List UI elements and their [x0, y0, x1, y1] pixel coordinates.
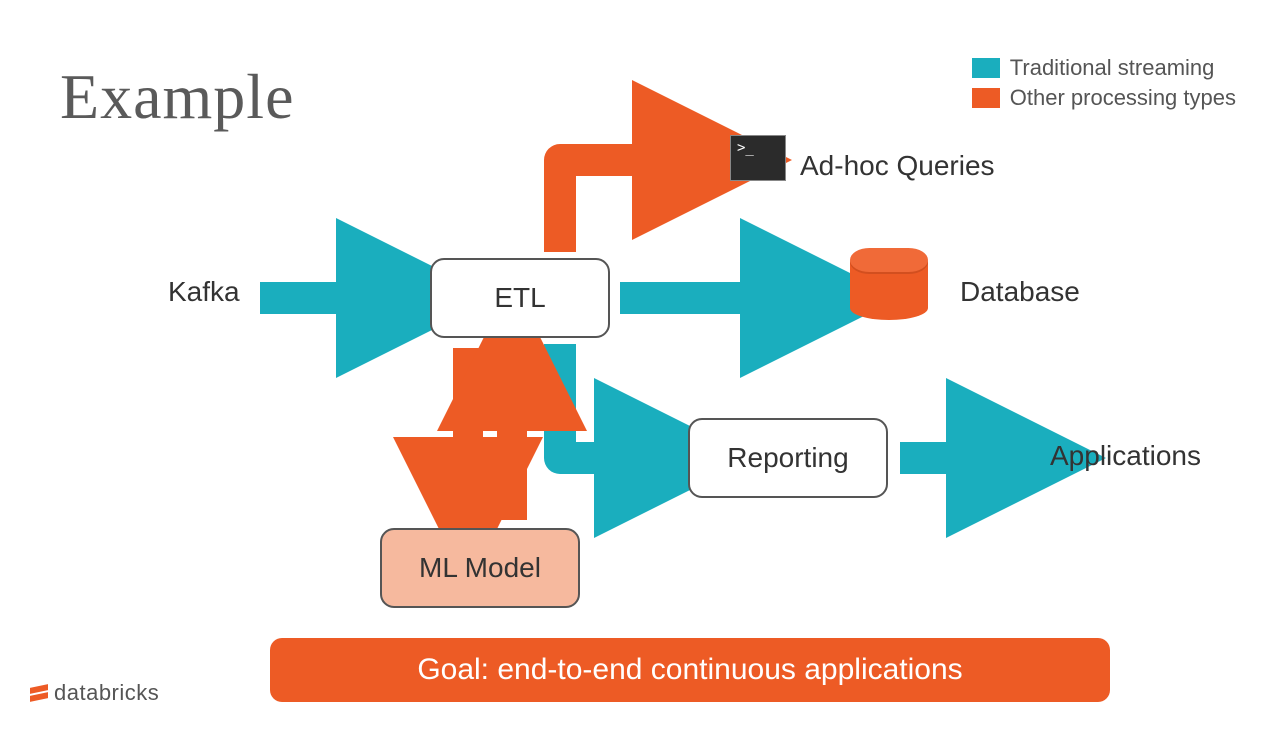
node-ml-label: ML Model: [419, 552, 541, 584]
arrows-layer: [0, 0, 1286, 736]
arrow-etl-reporting: [560, 344, 674, 458]
terminal-icon: >_: [730, 135, 786, 181]
node-ml-model: ML Model: [380, 528, 580, 608]
node-reporting: Reporting: [688, 418, 888, 498]
terminal-prompt: >_: [737, 140, 754, 156]
node-reporting-label: Reporting: [727, 442, 848, 474]
node-adhoc-queries: Ad-hoc Queries: [800, 150, 995, 182]
node-applications: Applications: [1050, 440, 1201, 472]
goal-text: Goal: end-to-end continuous applications: [417, 653, 962, 687]
arrow-etl-adhoc: [560, 160, 712, 252]
node-etl: ETL: [430, 258, 610, 338]
database-icon: [850, 250, 928, 320]
databricks-logo-icon: [30, 684, 48, 702]
node-kafka: Kafka: [168, 276, 240, 308]
node-etl-label: ETL: [494, 282, 545, 314]
diagram-canvas: Kafka ETL Reporting ML Model >_ Ad-hoc Q…: [0, 0, 1286, 736]
databricks-logo-text: databricks: [54, 680, 159, 706]
goal-banner: Goal: end-to-end continuous applications: [270, 638, 1110, 702]
databricks-logo: databricks: [30, 680, 159, 706]
node-database: Database: [960, 276, 1080, 308]
